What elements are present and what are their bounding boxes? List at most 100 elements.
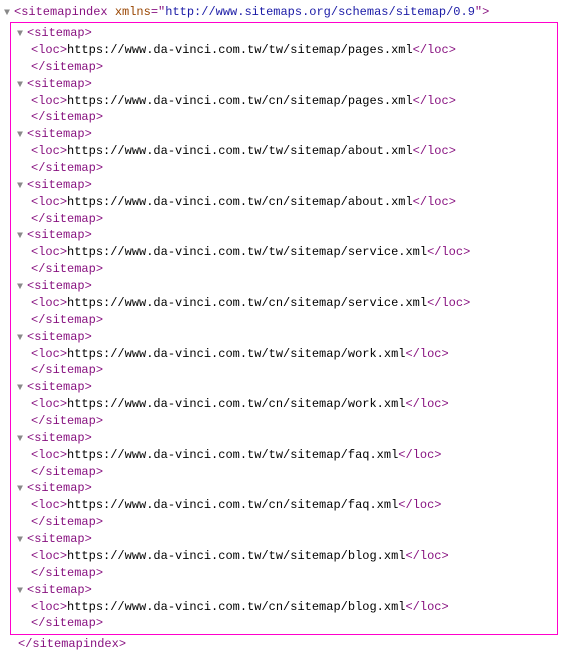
sitemap-close-tag-line[interactable]: </sitemap> xyxy=(17,514,557,531)
loc-line[interactable]: <loc>https://www.da-vinci.com.tw/cn/site… xyxy=(17,497,557,514)
sitemap-open-tag-line[interactable]: ▼<sitemap> xyxy=(17,126,557,143)
sitemap-close-tag-line[interactable]: </sitemap> xyxy=(17,464,557,481)
root-attr-value: http://www.sitemaps.org/schemas/sitemap/… xyxy=(165,5,475,19)
loc-url: https://www.da-vinci.com.tw/cn/sitemap/p… xyxy=(67,94,413,108)
sitemap-tag-name: sitemap xyxy=(34,583,84,597)
sitemap-close-tag-line[interactable]: </sitemap> xyxy=(17,413,557,430)
loc-close-tag: loc xyxy=(427,195,449,209)
disclosure-triangle-icon[interactable]: ▼ xyxy=(17,534,27,548)
loc-line[interactable]: <loc>https://www.da-vinci.com.tw/tw/site… xyxy=(17,244,557,261)
disclosure-triangle-icon[interactable]: ▼ xyxy=(17,433,27,447)
xml-tree-root: ▼<sitemapindex xmlns="http://www.sitemap… xyxy=(4,4,558,653)
loc-close-tag: loc xyxy=(413,448,435,462)
sitemap-open-tag-line[interactable]: ▼<sitemap> xyxy=(17,531,557,548)
disclosure-triangle-icon[interactable]: ▼ xyxy=(17,332,27,346)
sitemap-open-tag-line[interactable]: ▼<sitemap> xyxy=(17,76,557,93)
loc-line[interactable]: <loc>https://www.da-vinci.com.tw/tw/site… xyxy=(17,548,557,565)
loc-line[interactable]: <loc>https://www.da-vinci.com.tw/cn/site… xyxy=(17,295,557,312)
sitemap-tag-name: sitemap xyxy=(34,481,84,495)
loc-line[interactable]: <loc>https://www.da-vinci.com.tw/cn/site… xyxy=(17,93,557,110)
sitemap-open-tag-line[interactable]: ▼<sitemap> xyxy=(17,278,557,295)
loc-line[interactable]: <loc>https://www.da-vinci.com.tw/tw/site… xyxy=(17,346,557,363)
loc-open-tag: loc xyxy=(38,448,60,462)
sitemap-open-tag-line[interactable]: ▼<sitemap> xyxy=(17,430,557,447)
loc-url: https://www.da-vinci.com.tw/cn/sitemap/s… xyxy=(67,296,427,310)
loc-open-tag: loc xyxy=(38,498,60,512)
loc-close-tag: loc xyxy=(420,347,442,361)
sitemap-open-tag-line[interactable]: ▼<sitemap> xyxy=(17,227,557,244)
loc-url: https://www.da-vinci.com.tw/cn/sitemap/b… xyxy=(67,600,405,614)
sitemap-open-tag-line[interactable]: ▼<sitemap> xyxy=(17,177,557,194)
loc-open-tag: loc xyxy=(38,347,60,361)
sitemap-close-tag-name: sitemap xyxy=(45,566,95,580)
loc-close-tag: loc xyxy=(427,43,449,57)
sitemap-close-tag-name: sitemap xyxy=(45,212,95,226)
loc-url: https://www.da-vinci.com.tw/cn/sitemap/f… xyxy=(67,498,398,512)
sitemap-tag-name: sitemap xyxy=(34,26,84,40)
sitemap-close-tag-name: sitemap xyxy=(45,515,95,529)
loc-line[interactable]: <loc>https://www.da-vinci.com.tw/cn/site… xyxy=(17,194,557,211)
loc-line[interactable]: <loc>https://www.da-vinci.com.tw/tw/site… xyxy=(17,143,557,160)
loc-close-tag: loc xyxy=(441,296,463,310)
loc-url: https://www.da-vinci.com.tw/cn/sitemap/a… xyxy=(67,195,413,209)
disclosure-triangle-icon[interactable]: ▼ xyxy=(17,230,27,244)
root-open-tag-line[interactable]: ▼<sitemapindex xmlns="http://www.sitemap… xyxy=(4,4,558,21)
sitemap-close-tag-line[interactable]: </sitemap> xyxy=(17,261,557,278)
loc-line[interactable]: <loc>https://www.da-vinci.com.tw/cn/site… xyxy=(17,599,557,616)
sitemap-close-tag-line[interactable]: </sitemap> xyxy=(17,160,557,177)
loc-open-tag: loc xyxy=(38,43,60,57)
disclosure-triangle-icon[interactable]: ▼ xyxy=(17,382,27,396)
loc-line[interactable]: <loc>https://www.da-vinci.com.tw/cn/site… xyxy=(17,396,557,413)
sitemap-tag-name: sitemap xyxy=(34,127,84,141)
loc-open-tag: loc xyxy=(38,195,60,209)
sitemap-tag-name: sitemap xyxy=(34,330,84,344)
disclosure-triangle-icon[interactable]: ▼ xyxy=(17,585,27,599)
loc-close-tag: loc xyxy=(420,549,442,563)
sitemap-close-tag-line[interactable]: </sitemap> xyxy=(17,59,557,76)
loc-open-tag: loc xyxy=(38,245,60,259)
sitemap-close-tag-name: sitemap xyxy=(45,110,95,124)
sitemap-tag-name: sitemap xyxy=(34,380,84,394)
disclosure-triangle-icon[interactable]: ▼ xyxy=(17,180,27,194)
loc-open-tag: loc xyxy=(38,94,60,108)
sitemap-close-tag-line[interactable]: </sitemap> xyxy=(17,362,557,379)
sitemap-tag-name: sitemap xyxy=(34,228,84,242)
sitemap-close-tag-name: sitemap xyxy=(45,313,95,327)
disclosure-triangle-icon[interactable]: ▼ xyxy=(17,79,27,93)
loc-close-tag: loc xyxy=(420,600,442,614)
sitemap-close-tag-line[interactable]: </sitemap> xyxy=(17,565,557,582)
disclosure-triangle-icon[interactable]: ▼ xyxy=(4,7,14,21)
disclosure-triangle-icon[interactable]: ▼ xyxy=(17,483,27,497)
sitemap-open-tag-line[interactable]: ▼<sitemap> xyxy=(17,379,557,396)
loc-line[interactable]: <loc>https://www.da-vinci.com.tw/tw/site… xyxy=(17,447,557,464)
loc-url: https://www.da-vinci.com.tw/tw/sitemap/a… xyxy=(67,144,413,158)
disclosure-triangle-icon[interactable]: ▼ xyxy=(17,28,27,42)
selection-highlight-box: ▼<sitemap><loc>https://www.da-vinci.com.… xyxy=(10,22,558,635)
root-close-tag-name: sitemapindex xyxy=(32,637,118,651)
root-attr-name: xmlns xyxy=(115,5,151,19)
disclosure-triangle-icon[interactable]: ▼ xyxy=(17,129,27,143)
sitemap-close-tag-name: sitemap xyxy=(45,363,95,377)
disclosure-triangle-icon[interactable]: ▼ xyxy=(17,281,27,295)
sitemap-close-tag-line[interactable]: </sitemap> xyxy=(17,211,557,228)
sitemap-open-tag-line[interactable]: ▼<sitemap> xyxy=(17,25,557,42)
loc-url: https://www.da-vinci.com.tw/tw/sitemap/p… xyxy=(67,43,413,57)
sitemap-tag-name: sitemap xyxy=(34,279,84,293)
sitemap-close-tag-line[interactable]: </sitemap> xyxy=(17,109,557,126)
loc-close-tag: loc xyxy=(441,245,463,259)
sitemap-children-list: ▼<sitemap><loc>https://www.da-vinci.com.… xyxy=(17,25,557,632)
sitemap-close-tag-line[interactable]: </sitemap> xyxy=(17,312,557,329)
sitemap-open-tag-line[interactable]: ▼<sitemap> xyxy=(17,329,557,346)
sitemap-open-tag-line[interactable]: ▼<sitemap> xyxy=(17,480,557,497)
loc-close-tag: loc xyxy=(427,144,449,158)
loc-open-tag: loc xyxy=(38,296,60,310)
loc-url: https://www.da-vinci.com.tw/tw/sitemap/w… xyxy=(67,347,405,361)
loc-open-tag: loc xyxy=(38,549,60,563)
sitemap-close-tag-name: sitemap xyxy=(45,262,95,276)
sitemap-tag-name: sitemap xyxy=(34,532,84,546)
root-close-tag-line[interactable]: </sitemapindex> xyxy=(4,636,558,653)
sitemap-close-tag-line[interactable]: </sitemap> xyxy=(17,615,557,632)
loc-open-tag: loc xyxy=(38,397,60,411)
loc-url: https://www.da-vinci.com.tw/cn/sitemap/w… xyxy=(67,397,405,411)
loc-line[interactable]: <loc>https://www.da-vinci.com.tw/tw/site… xyxy=(17,42,557,59)
